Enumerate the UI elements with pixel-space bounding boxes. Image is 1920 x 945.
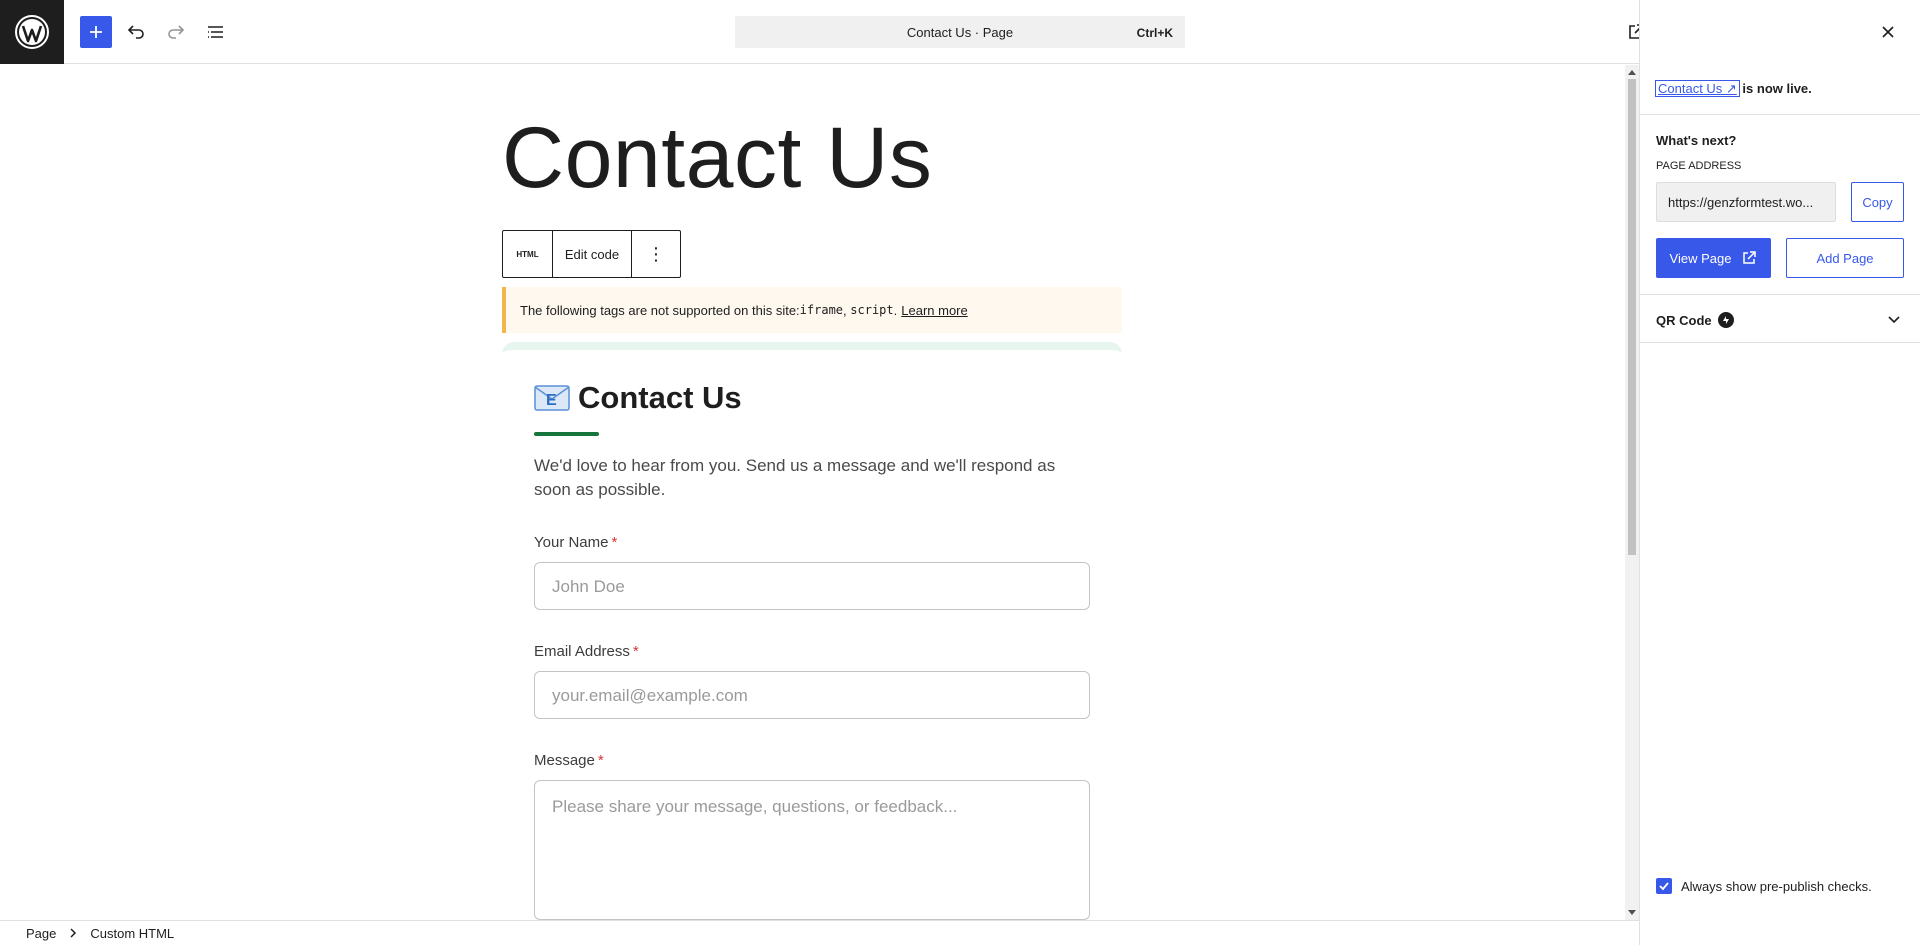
wordpress-logo-button[interactable] [0,0,64,64]
scroll-down-arrow-icon[interactable] [1628,910,1636,915]
close-panel-button[interactable] [1872,16,1904,48]
list-view-button[interactable] [200,16,232,48]
view-page-button[interactable]: View Page [1656,238,1771,278]
post-publish-panel: Contact Us ↗ is now live. What's next? P… [1639,0,1920,945]
learn-more-link[interactable]: Learn more [901,303,967,318]
prepublish-label: Always show pre-publish checks. [1681,878,1872,894]
page-address-label: PAGE ADDRESS [1656,160,1742,172]
jetpack-icon [1717,312,1734,328]
edit-code-button[interactable]: Edit code [553,231,632,277]
chevron-right-icon [68,928,78,938]
message-label: Message * [534,752,604,769]
published-page-link[interactable]: Contact Us ↗ [1655,80,1740,97]
form-title: Contact Us [578,380,742,415]
undo-button[interactable] [120,16,152,48]
qr-code-text: QR Code [1656,312,1712,328]
form-heading: E Contact Us [534,380,742,416]
block-breadcrumb: Page Custom HTML [0,920,1639,945]
email-placeholder: your.email@example.com [552,686,748,705]
qr-code-label: QR Code [1656,312,1734,328]
scroll-up-arrow-icon[interactable] [1628,70,1636,75]
canvas-scrollbar[interactable] [1625,65,1639,920]
required-mark: * [632,643,639,660]
undo-icon [127,25,144,39]
editor-header: Contact Us · Page Ctrl+K [0,0,1920,64]
notice-period: . [893,302,898,318]
list-view-icon [208,26,223,38]
email-label: Email Address * [534,643,639,660]
name-label-text: Your Name [534,534,609,551]
breadcrumb-page[interactable]: Page [26,926,56,941]
prepublish-checkbox[interactable] [1656,878,1672,894]
whats-next-heading: What's next? [1656,133,1737,148]
divider [1640,342,1920,343]
command-shortcut: Ctrl+K [1136,26,1173,40]
page-address-input[interactable]: https://genzformtest.wo... [1656,182,1836,222]
scroll-thumb[interactable] [1628,79,1636,555]
qr-code-panel-toggle[interactable]: QR Code [1640,295,1920,343]
close-icon [1882,26,1894,38]
name-label: Your Name * [534,534,617,551]
view-page-label: View Page [1669,250,1732,266]
svg-text:E: E [546,392,557,409]
command-palette-button[interactable]: Contact Us · Page Ctrl+K [735,16,1185,48]
checkmark-icon [1659,882,1669,891]
message-label-text: Message [534,752,595,769]
required-mark: * [597,752,604,769]
name-placeholder: John Doe [552,577,625,596]
message-textarea[interactable]: Please share your message, questions, or… [534,780,1090,920]
document-title: Contact Us · Page [906,25,1014,40]
redo-icon [168,25,185,39]
notice-comma: , [843,302,851,318]
external-link-icon [1743,251,1757,264]
wordpress-logo-icon [15,15,49,49]
message-placeholder: Please share your message, questions, or… [552,797,958,816]
more-options-icon[interactable]: ⋮ [632,231,680,277]
published-status-text: is now live. [1738,81,1812,96]
title-underline [534,432,599,436]
plus-icon [90,26,102,38]
divider [1640,114,1920,115]
contact-form-preview: E Contact Us We'd love to hear from you.… [502,342,1122,920]
prepublish-checks-option: Always show pre-publish checks. [1656,878,1872,894]
form-intro: We'd love to hear from you. Send us a me… [534,456,1056,499]
published-notice: Contact Us ↗ is now live. [1655,80,1812,97]
breadcrumb-custom-html[interactable]: Custom HTML [90,926,174,941]
notice-tag-iframe: iframe [799,303,844,317]
email-label-text: Email Address [534,643,630,660]
block-toolbar: HTML Edit code ⋮ [502,230,681,278]
envelope-icon: E [534,385,570,411]
add-page-button[interactable]: Add Page [1786,238,1904,278]
editor-canvas: Contact Us HTML Edit code ⋮ The followin… [0,65,1625,920]
copy-address-button[interactable]: Copy [1851,182,1904,222]
page-title[interactable]: Contact Us [502,115,932,201]
notice-text: The following tags are not supported on … [520,302,800,318]
redo-button[interactable] [160,16,192,48]
chevron-down-icon [1888,316,1900,324]
html-block-icon[interactable]: HTML [503,231,553,277]
notice-tag-script: script [850,303,894,317]
required-mark: * [611,534,618,551]
add-block-button[interactable] [80,16,112,48]
email-input[interactable]: your.email@example.com [534,671,1090,719]
unsupported-tags-notice: The following tags are not supported on … [502,287,1122,333]
name-input[interactable]: John Doe [534,562,1090,610]
